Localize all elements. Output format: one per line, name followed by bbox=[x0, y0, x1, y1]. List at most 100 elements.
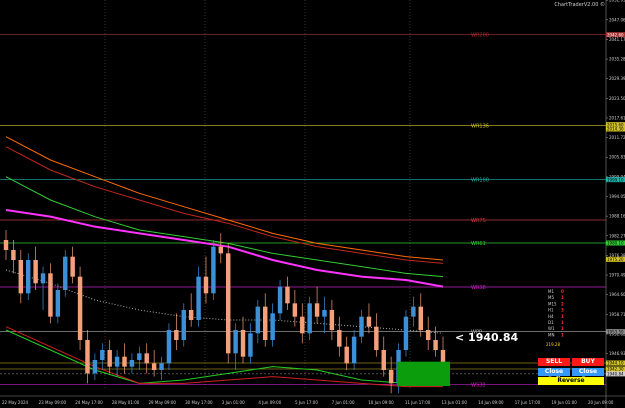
reverse-button[interactable]: Reverse bbox=[538, 377, 604, 385]
side-stat-value-2: 2 bbox=[561, 301, 564, 306]
candle-body-28 bbox=[211, 246, 216, 294]
candle-body-54 bbox=[403, 316, 409, 350]
price-tick-label-6: 2017.61 bbox=[609, 115, 625, 120]
candle-body-1 bbox=[11, 250, 16, 260]
candle-body-19 bbox=[144, 353, 149, 364]
candle-body-17 bbox=[129, 360, 135, 367]
time-axis-label-14: 17 Jun 17:00 bbox=[515, 400, 541, 405]
time-axis-label-13: 14 Jun 09:00 bbox=[478, 400, 504, 405]
time-axis-label-11: 11 Jun 17:00 bbox=[405, 400, 431, 405]
candle-body-5 bbox=[40, 273, 46, 284]
side-stat-footer: 219.28 bbox=[546, 342, 560, 347]
price-tick-label-18: 1946.93 bbox=[609, 351, 625, 356]
candle-body-55 bbox=[411, 306, 416, 317]
candle-body-37 bbox=[277, 286, 283, 314]
axis-price-tag-text-5: 1975.20 bbox=[607, 257, 624, 262]
time-axis-label-10: 10 Jun 09:00 bbox=[368, 400, 394, 405]
candle-body-47 bbox=[351, 336, 357, 364]
candle-body-30 bbox=[225, 253, 231, 354]
candle-body-42 bbox=[314, 303, 320, 317]
candle-body-23 bbox=[174, 330, 179, 340]
candle-body-31 bbox=[233, 330, 238, 354]
price-tick-label-10: 1994.05 bbox=[609, 194, 625, 199]
time-axis-label-9: 7 Jun 01:00 bbox=[332, 400, 355, 405]
level-label-wr100: WR100 bbox=[471, 178, 489, 184]
side-stat-value-7: 1 bbox=[561, 332, 564, 337]
candle-body-51 bbox=[381, 350, 386, 370]
candle-body-27 bbox=[203, 276, 209, 294]
level-label-wr38: WR38 bbox=[471, 285, 486, 291]
candle-body-46 bbox=[344, 346, 349, 364]
time-axis-label-7: 4 Jun 09:00 bbox=[258, 400, 281, 405]
candle-body-56 bbox=[418, 306, 424, 330]
price-tick-label-14: 1970.49 bbox=[609, 273, 625, 278]
side-stat-value-0: 0 bbox=[561, 289, 564, 294]
buy-button[interactable]: BUY bbox=[572, 358, 604, 366]
candle-body-18 bbox=[137, 353, 142, 360]
candle-body-20 bbox=[151, 363, 157, 370]
time-axis-label-5: 30 May 17:00 bbox=[185, 400, 213, 405]
side-stat-label-3: H1 bbox=[548, 308, 554, 313]
candle-body-38 bbox=[285, 286, 290, 304]
price-tick-label-7: 2011.72 bbox=[609, 135, 625, 140]
price-tick-label-1: 2047.06 bbox=[609, 17, 625, 22]
level-label-wr200: WR200 bbox=[471, 33, 489, 39]
candle-body-15 bbox=[114, 356, 120, 367]
time-axis-label-6: 3 Jun 01:00 bbox=[222, 400, 245, 405]
time-axis-label-16: 20 Jun 09:00 bbox=[588, 400, 614, 405]
candle-body-45 bbox=[337, 330, 342, 347]
candle-body-24 bbox=[181, 310, 186, 340]
close-sell-button[interactable]: Close Sell bbox=[538, 368, 570, 383]
price-tick-label-4: 2029.39 bbox=[609, 76, 625, 81]
candle-body-3 bbox=[25, 260, 31, 294]
candle-body-9 bbox=[70, 256, 75, 277]
price-tick-label-15: 1964.60 bbox=[609, 292, 625, 297]
side-stat-value-6: 1 bbox=[561, 326, 564, 331]
candle-body-35 bbox=[263, 306, 268, 340]
candle-body-50 bbox=[374, 326, 379, 350]
candle-body-10 bbox=[77, 276, 83, 340]
candle-body-48 bbox=[359, 316, 364, 337]
price-tick-label-0: 2052.95 bbox=[609, 0, 625, 3]
candle-body-14 bbox=[107, 350, 112, 367]
side-stat-value-1: 1 bbox=[561, 295, 564, 300]
price-tick-label-2: 2041.17 bbox=[609, 37, 625, 42]
candle-body-33 bbox=[248, 333, 253, 357]
time-axis-label-0: 22 May 2024 bbox=[2, 400, 29, 405]
candle-body-26 bbox=[196, 276, 201, 320]
axis-price-tag-text-9: 1940.84 bbox=[607, 371, 624, 376]
side-stat-label-6: W1 bbox=[548, 326, 555, 331]
candle-body-43 bbox=[322, 310, 327, 317]
candle-body-34 bbox=[255, 306, 261, 334]
level-label-wr75: WR75 bbox=[471, 218, 486, 224]
candle-body-40 bbox=[300, 316, 305, 334]
candle-body-32 bbox=[240, 330, 246, 357]
candle-body-58 bbox=[433, 340, 438, 350]
price-tick-label-8: 2005.83 bbox=[609, 155, 625, 160]
time-axis-label-12: 13 Jun 01:00 bbox=[442, 400, 468, 405]
candle-body-22 bbox=[166, 330, 172, 364]
side-stat-value-5: 1 bbox=[561, 320, 564, 325]
close-buy-button[interactable]: Close Buy bbox=[572, 368, 604, 383]
price-tick-label-5: 2023.50 bbox=[609, 96, 625, 101]
axis-price-tag-text-2: 2014.30 bbox=[607, 127, 624, 132]
axis-price-tag-text-4: 1980.10 bbox=[607, 241, 624, 246]
candle-body-44 bbox=[329, 310, 335, 330]
chart-window[interactable]: 2052.95 2047.06 2041.17 2035.28 2029.39 2023.… bbox=[0, 0, 625, 408]
level-label-ws38: WS38 bbox=[471, 382, 485, 388]
level-label-wr136: WR136 bbox=[471, 124, 489, 130]
time-axis-label-8: 5 Jun 17:00 bbox=[295, 400, 318, 405]
candle-body-12 bbox=[92, 360, 98, 374]
candle-body-39 bbox=[292, 303, 298, 317]
time-axis-label-4: 29 May 09:00 bbox=[149, 400, 177, 405]
candlestick-chart[interactable]: 2052.95 2047.06 2041.17 2035.28 2029.39 2023.… bbox=[0, 0, 625, 408]
copyright-label: ChartTraderV2.00 © bbox=[554, 2, 605, 8]
axis-price-tag-text-3: 1999.10 bbox=[607, 177, 624, 182]
price-tick-label-3: 2035.28 bbox=[609, 57, 625, 62]
candle-body-29 bbox=[218, 246, 224, 254]
time-axis-label-1: 23 May 09:00 bbox=[39, 400, 67, 405]
sell-button[interactable]: SELL bbox=[538, 358, 570, 366]
candle-body-16 bbox=[122, 356, 127, 367]
current-price-label: < 1940.84 bbox=[455, 331, 519, 344]
side-stat-label-0: M1 bbox=[548, 289, 554, 294]
